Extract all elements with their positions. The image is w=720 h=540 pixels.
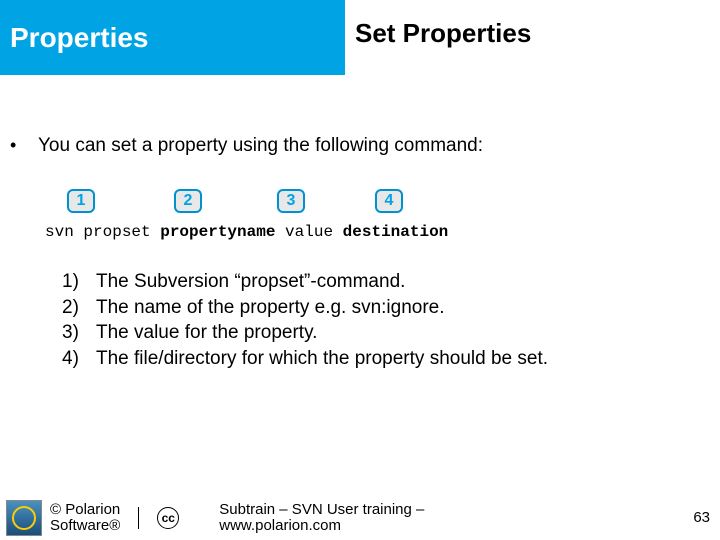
section-label: Properties xyxy=(10,22,149,54)
copyright-line2: Software® xyxy=(50,518,120,534)
intro-text: You can set a property using the followi… xyxy=(38,135,483,157)
explanation-list: 1) The Subversion “propset”-command. 2) … xyxy=(10,269,710,372)
code-part-value: value xyxy=(275,223,342,241)
list-item: 3) The value for the property. xyxy=(62,320,710,346)
list-item-text: The Subversion “propset”-command. xyxy=(96,269,405,295)
footer-center-text: Subtrain – SVN User training – www.polar… xyxy=(219,502,424,534)
list-item-number: 1) xyxy=(62,269,96,295)
footer: © Polarion Software® cc Subtrain – SVN U… xyxy=(0,496,720,540)
callout-badge-4: 4 xyxy=(375,189,403,213)
intro-bullet-row: • You can set a property using the follo… xyxy=(10,135,710,157)
cc-license-icon: cc xyxy=(157,507,179,529)
header-bar: Properties xyxy=(0,0,345,75)
list-item-number: 3) xyxy=(62,320,96,346)
footer-center-line2: www.polarion.com xyxy=(219,518,424,534)
polarion-logo-icon xyxy=(6,500,42,536)
list-item-number: 2) xyxy=(62,295,96,321)
callout-badge-2: 2 xyxy=(174,189,202,213)
bullet-glyph: • xyxy=(10,135,38,156)
list-item: 2) The name of the property e.g. svn:ign… xyxy=(62,295,710,321)
page-number: 63 xyxy=(693,509,710,526)
code-part-dest: destination xyxy=(343,223,449,241)
code-part-propname: propertyname xyxy=(160,223,275,241)
list-item-number: 4) xyxy=(62,346,96,372)
code-part-cmd: svn propset xyxy=(45,223,160,241)
list-item-text: The file/directory for which the propert… xyxy=(96,346,548,372)
footer-divider xyxy=(138,507,139,529)
slide-content: • You can set a property using the follo… xyxy=(0,75,720,372)
footer-center-line1: Subtrain – SVN User training – xyxy=(219,502,424,518)
page-title: Set Properties xyxy=(355,18,531,49)
callout-badge-1: 1 xyxy=(67,189,95,213)
list-item: 1) The Subversion “propset”-command. xyxy=(62,269,710,295)
list-item-text: The value for the property. xyxy=(96,320,317,346)
list-item: 4) The file/directory for which the prop… xyxy=(62,346,710,372)
command-line: svn propset propertyname value destinati… xyxy=(10,223,710,241)
callout-badge-row: 1 2 3 4 xyxy=(10,189,710,217)
callout-badge-3: 3 xyxy=(277,189,305,213)
copyright: © Polarion Software® xyxy=(50,502,120,534)
list-item-text: The name of the property e.g. svn:ignore… xyxy=(96,295,445,321)
copyright-line1: © Polarion xyxy=(50,502,120,518)
